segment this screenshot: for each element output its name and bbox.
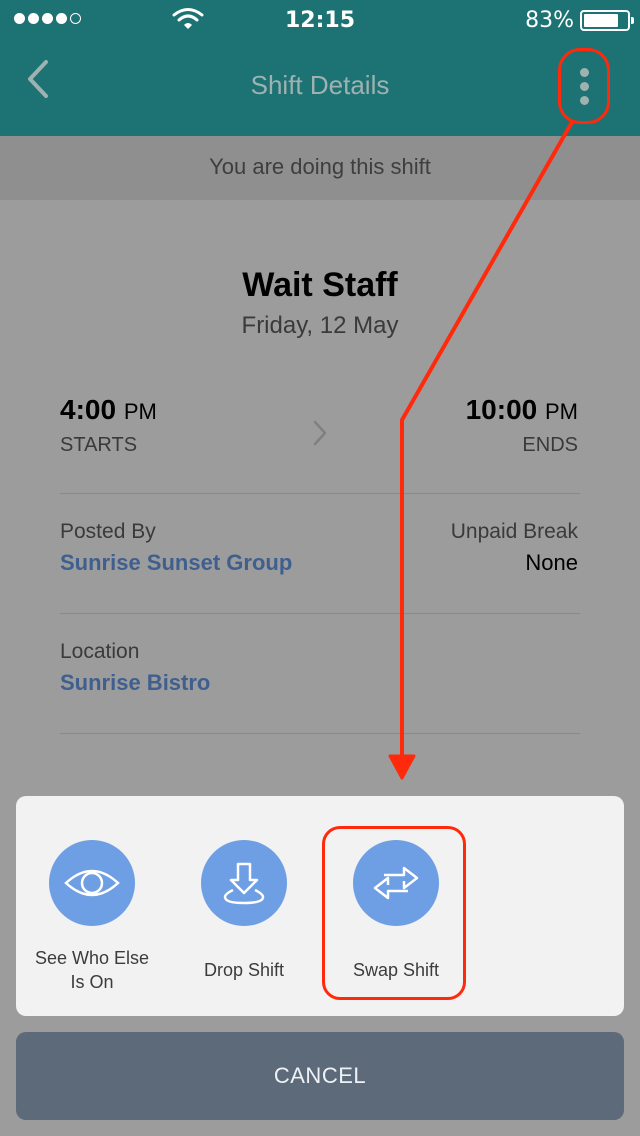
annotation-arrow xyxy=(388,121,574,780)
